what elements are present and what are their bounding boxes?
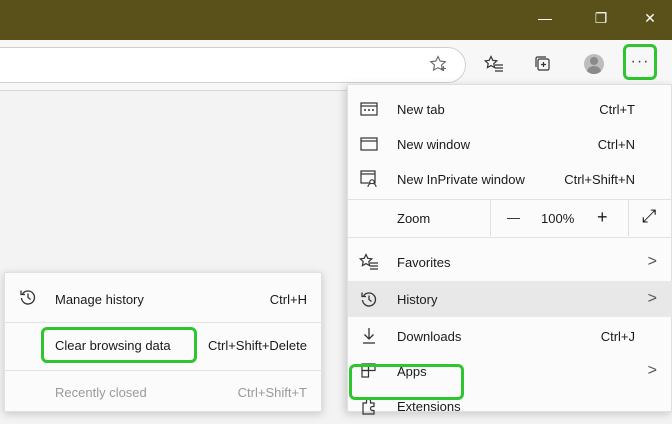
new-tab-icon bbox=[358, 98, 380, 120]
menu-item-shortcut: Ctrl+Shift+N bbox=[564, 171, 635, 187]
avatar-icon bbox=[584, 54, 604, 74]
menu-item-label: New tab bbox=[397, 101, 445, 117]
settings-and-more-button[interactable]: ··· bbox=[623, 44, 657, 80]
menu-item-label: Favorites bbox=[397, 254, 451, 270]
menu-item-label: Downloads bbox=[397, 328, 462, 344]
zoom-in-button[interactable]: + bbox=[597, 207, 608, 228]
favorites-icon bbox=[358, 251, 380, 273]
address-bar[interactable] bbox=[0, 47, 466, 83]
new-window-icon bbox=[358, 133, 380, 155]
submenu-item-shortcut: Ctrl+Shift+T bbox=[237, 384, 307, 400]
menu-item-label: New window bbox=[397, 136, 470, 152]
menu-item-label: Extensions bbox=[397, 398, 461, 414]
submenu-divider bbox=[5, 370, 323, 371]
submenu-item-recently-closed: Recently closed Ctrl+Shift+T bbox=[5, 374, 323, 410]
menu-item-shortcut: Ctrl+T bbox=[599, 101, 635, 117]
collections-icon[interactable] bbox=[527, 48, 559, 80]
menu-item-new-tab[interactable]: New tab Ctrl+T bbox=[348, 91, 672, 127]
inprivate-icon bbox=[358, 168, 380, 190]
menu-item-label: History bbox=[397, 291, 438, 307]
profile-avatar[interactable] bbox=[578, 48, 610, 80]
zoom-label: Zoom bbox=[397, 210, 431, 226]
chevron-right-icon: > bbox=[647, 253, 657, 270]
zoom-divider bbox=[628, 200, 629, 236]
history-icon bbox=[358, 288, 380, 310]
submenu-item-shortcut: Ctrl+Shift+Delete bbox=[208, 337, 307, 353]
submenu-item-label: Recently closed bbox=[55, 384, 147, 400]
fullscreen-icon[interactable]: ⤢ bbox=[642, 206, 656, 227]
menu-item-shortcut: Ctrl+J bbox=[600, 328, 635, 344]
minimize-button[interactable]: — bbox=[523, 0, 567, 36]
menu-item-history[interactable]: History > bbox=[348, 281, 672, 317]
history-icon bbox=[19, 288, 37, 310]
submenu-item-label: Manage history bbox=[55, 291, 144, 307]
history-submenu: Manage history Ctrl+H Clear browsing dat… bbox=[4, 272, 323, 412]
submenu-item-shortcut: Ctrl+H bbox=[269, 291, 307, 307]
menu-item-shortcut: Ctrl+N bbox=[597, 136, 635, 152]
chevron-right-icon: > bbox=[647, 362, 657, 379]
zoom-out-button[interactable]: — bbox=[507, 210, 520, 225]
menu-item-favorites[interactable]: Favorites > bbox=[348, 244, 672, 280]
chevron-right-icon: > bbox=[647, 290, 657, 307]
clear-browsing-data-highlight bbox=[41, 327, 197, 363]
submenu-divider bbox=[5, 322, 323, 323]
menu-item-label: New InPrivate window bbox=[397, 171, 525, 187]
zoom-divider bbox=[490, 200, 491, 236]
submenu-item-manage-history[interactable]: Manage history Ctrl+H bbox=[5, 281, 323, 317]
menu-item-downloads[interactable]: Downloads Ctrl+J bbox=[348, 318, 672, 354]
close-button[interactable]: ✕ bbox=[628, 0, 672, 36]
download-icon bbox=[358, 325, 380, 347]
title-bar: — ❐ ✕ bbox=[0, 0, 672, 40]
menu-divider bbox=[348, 237, 672, 238]
favorites-icon[interactable] bbox=[478, 48, 510, 80]
menu-item-new-inprivate-window[interactable]: New InPrivate window Ctrl+Shift+N bbox=[348, 161, 672, 197]
menu-item-new-window[interactable]: New window Ctrl+N bbox=[348, 126, 672, 162]
favorite-star-icon[interactable] bbox=[422, 48, 454, 80]
settings-menu: New tab Ctrl+T New window Ctrl+N New InP… bbox=[347, 84, 672, 415]
restore-button[interactable]: ❐ bbox=[579, 0, 623, 36]
zoom-value: 100% bbox=[541, 211, 575, 226]
history-highlight bbox=[349, 364, 464, 400]
